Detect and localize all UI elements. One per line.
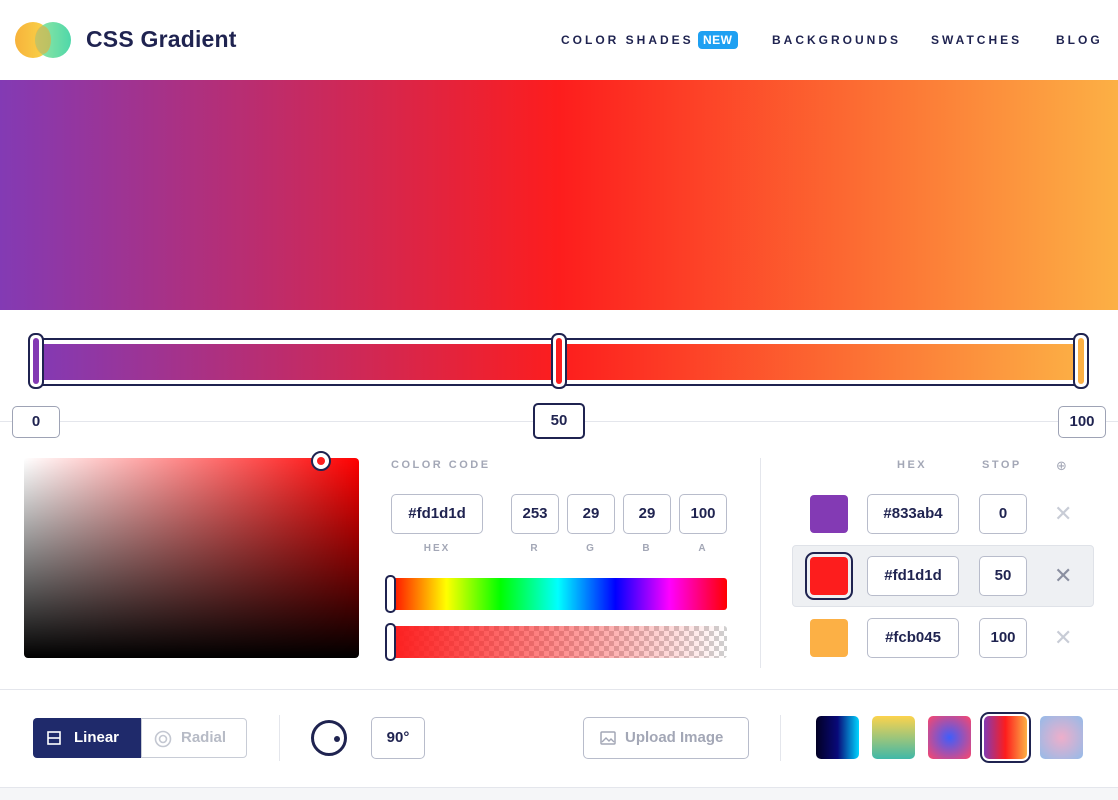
b-input[interactable]: 29 [623,494,671,534]
toolbar-divider [279,715,280,761]
upload-label: Upload Image [625,729,724,746]
r-label: R [530,543,540,554]
stop-hex-0[interactable]: #833ab4 [867,494,959,534]
nav-blog[interactable]: BLOG [1056,33,1103,47]
preset-swatch-1[interactable] [816,716,859,759]
stop-column-header: STOP [982,459,1022,471]
preset-swatch-2[interactable] [872,716,915,759]
stop-value-0[interactable]: 0 [979,494,1027,534]
divider-vertical [760,458,761,668]
stop-handle-0[interactable] [28,333,44,389]
site-header: CSS Gradient COLOR SHADES NEW BACKGROUND… [0,0,1118,80]
hue-slider[interactable] [389,578,727,610]
stop-value-1[interactable]: 50 [979,556,1027,596]
angle-dial-icon[interactable] [311,720,347,756]
stop-handle-100[interactable] [1073,333,1089,389]
a-label: A [698,543,708,554]
saturation-value-picker[interactable] [24,458,359,658]
alpha-slider[interactable] [389,626,727,658]
nav-backgrounds[interactable]: BACKGROUNDS [772,33,901,47]
stop-position-50[interactable]: 50 [533,403,585,439]
add-stop-icon[interactable]: ⊕ [1056,458,1067,474]
stop-handle-50[interactable] [551,333,567,389]
preset-swatch-4[interactable] [980,712,1031,763]
g-input[interactable]: 29 [567,494,615,534]
radial-label: Radial [181,729,227,746]
linear-button[interactable]: Linear [33,718,142,758]
nav-color-shades[interactable]: COLOR SHADES [561,33,694,47]
hex-label: HEX [423,543,451,554]
g-label: G [586,543,596,554]
nav-swatches[interactable]: SWATCHES [931,33,1022,47]
stop-value-2[interactable]: 100 [979,618,1027,658]
upload-image-button[interactable]: Upload Image [583,717,749,759]
stop-position-0[interactable]: 0 [12,406,60,438]
linear-label: Linear [74,729,120,746]
linear-icon [47,731,61,745]
toolbar-divider [780,715,781,761]
stop-hex-2[interactable]: #fcb045 [867,618,959,658]
hue-handle[interactable] [385,575,396,613]
logo-icon[interactable] [15,22,73,58]
remove-stop-icon[interactable]: ✕ [1054,503,1072,525]
remove-stop-icon[interactable]: ✕ [1054,565,1072,587]
a-input[interactable]: 100 [679,494,727,534]
stop-swatch-2[interactable] [810,619,848,657]
radial-button[interactable]: Radial [141,718,247,758]
image-icon [600,731,616,745]
stop-swatch-0[interactable] [810,495,848,533]
brand-title[interactable]: CSS Gradient [86,26,237,53]
r-input[interactable]: 253 [511,494,559,534]
preset-swatch-5[interactable] [1040,716,1083,759]
picker-knob[interactable] [311,451,331,471]
b-label: B [642,543,652,554]
stop-hex-1[interactable]: #fd1d1d [867,556,959,596]
bottom-strip [0,788,1118,800]
radial-icon [154,730,172,748]
hex-column-header: HEX [897,459,928,471]
stop-swatch-1[interactable] [805,552,853,600]
preset-swatch-3[interactable] [928,716,971,759]
stop-position-100[interactable]: 100 [1058,406,1106,438]
hex-input[interactable]: #fd1d1d [391,494,483,534]
gradient-preview [0,80,1118,310]
color-code-label: COLOR CODE [391,459,491,471]
remove-stop-icon[interactable]: ✕ [1054,627,1072,649]
new-badge: NEW [698,31,738,49]
angle-input[interactable]: 90° [371,717,425,759]
alpha-handle[interactable] [385,623,396,661]
